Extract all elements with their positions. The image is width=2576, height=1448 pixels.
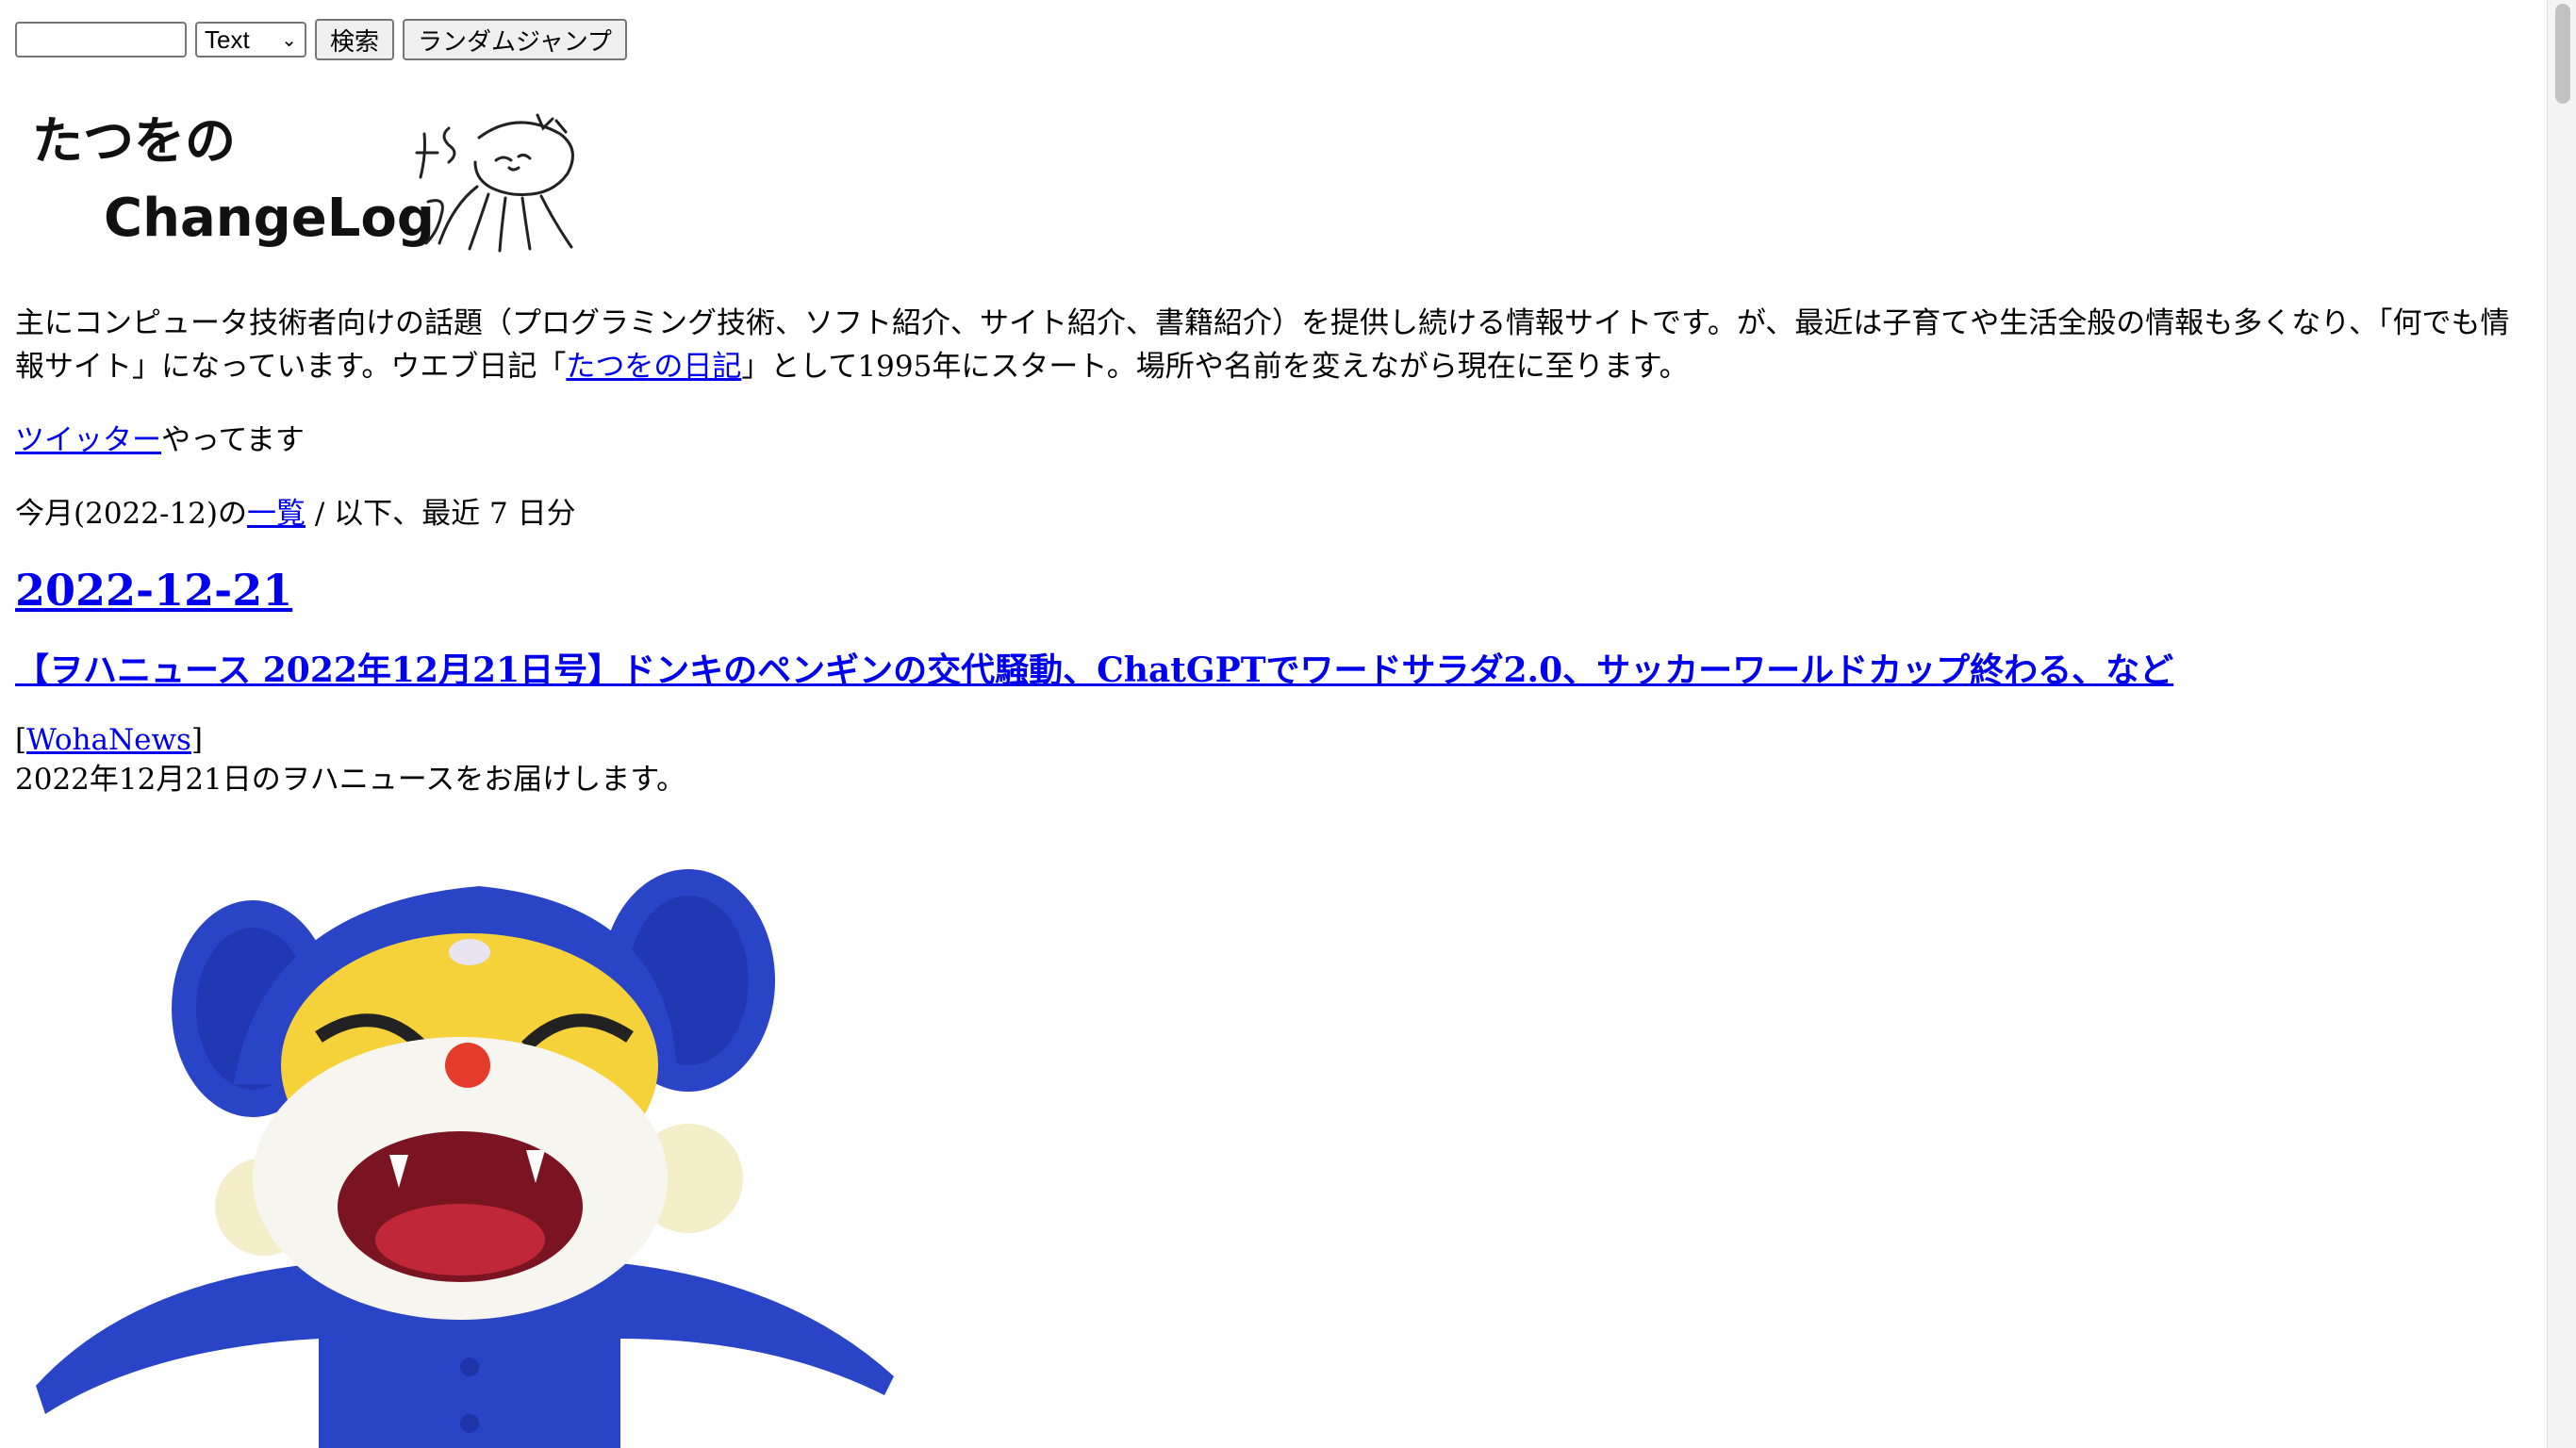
category-bracket-close: ]: [190, 723, 204, 757]
search-form: Text ⌄ 検索 ランダムジャンプ: [15, 19, 627, 60]
search-button[interactable]: 検索: [315, 19, 395, 60]
entry-title: 【ヲハニュース 2022年12月21日号】ドンキのペンギンの交代騒動、ChatG…: [15, 647, 2533, 694]
scrollbar-thumb[interactable]: [2555, 4, 2570, 104]
month-line: 今月(2022-12)の一覧 / 以下、最近 7 日分: [15, 492, 2533, 535]
diary-link[interactable]: たつをの日記: [566, 350, 741, 384]
main-content: 主にコンピュータ技術者向けの話題（プログラミング技術、ソフト紹介、サイト紹介、書…: [15, 302, 2533, 799]
twitter-text: やってます: [161, 423, 305, 457]
chevron-down-icon: ⌄: [281, 29, 297, 51]
month-text-after: / 以下、最近 7 日分: [305, 497, 576, 531]
mascot-plush-image[interactable]: [17, 867, 903, 1448]
random-jump-button[interactable]: ランダムジャンプ: [403, 19, 627, 60]
category-bracket-open: [: [15, 723, 27, 757]
logo-line2: ChangeLog: [104, 188, 435, 249]
entry-category: [WohaNews]: [15, 720, 2533, 760]
month-list-link[interactable]: 一覧: [247, 497, 305, 531]
site-logo[interactable]: たつをの ChangeLog: [28, 104, 603, 264]
logo-line1: たつをの: [32, 111, 236, 171]
intro-text-after: 」として1995年にスタート。場所や名前を変えながら現在に至ります。: [741, 350, 1689, 384]
date-heading: 2022-12-21: [15, 562, 2533, 618]
search-input[interactable]: [15, 22, 187, 58]
entry-title-link[interactable]: 【ヲハニュース 2022年12月21日号】ドンキのペンギンの交代騒動、ChatG…: [15, 650, 2173, 690]
logo-octopus-icon: [415, 113, 574, 253]
entry-summary: 2022年12月21日のヲハニュースをお届けします。: [15, 763, 686, 797]
search-type-select[interactable]: Text ⌄: [195, 22, 306, 58]
date-link[interactable]: 2022-12-21: [15, 565, 292, 616]
month-text-before: 今月(2022-12)の: [15, 497, 248, 531]
page-scrollbar[interactable]: [2547, 0, 2576, 1448]
site-intro: 主にコンピュータ技術者向けの話題（プログラミング技術、ソフト紹介、サイト紹介、書…: [15, 302, 2533, 388]
twitter-link[interactable]: ツイッター: [15, 423, 161, 457]
category-link[interactable]: WohaNews: [26, 723, 191, 757]
search-type-value: Text: [205, 25, 250, 54]
twitter-line: ツイッターやってます: [15, 419, 2533, 462]
